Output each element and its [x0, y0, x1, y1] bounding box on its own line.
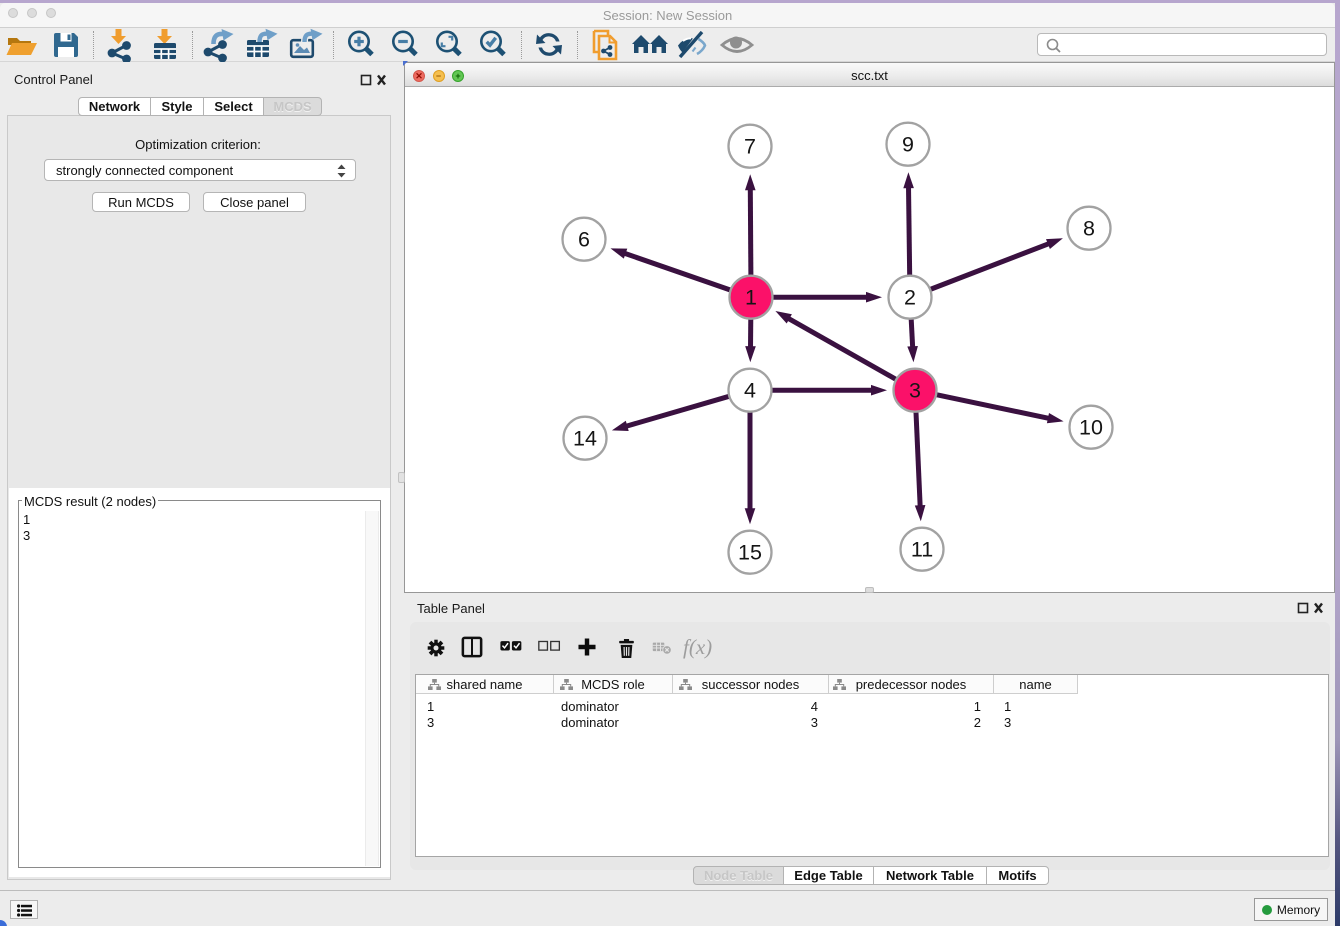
svg-text:14: 14 — [573, 427, 597, 451]
svg-text:3: 3 — [909, 379, 921, 403]
svg-text:2: 2 — [904, 286, 916, 310]
svg-text:7: 7 — [744, 135, 756, 159]
svg-text:15: 15 — [738, 541, 762, 565]
svg-text:6: 6 — [578, 228, 590, 252]
svg-text:9: 9 — [902, 133, 914, 157]
svg-text:8: 8 — [1083, 217, 1095, 241]
svg-text:11: 11 — [911, 538, 933, 562]
svg-text:4: 4 — [744, 379, 756, 403]
svg-text:1: 1 — [745, 286, 757, 310]
svg-text:10: 10 — [1079, 416, 1103, 440]
